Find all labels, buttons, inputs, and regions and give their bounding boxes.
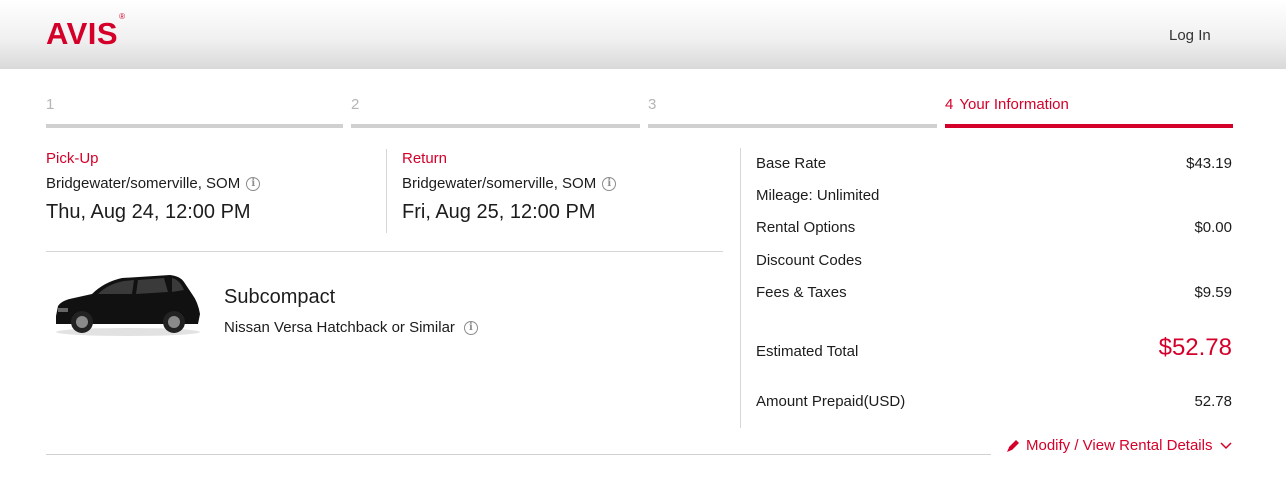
site-header: AVIS® Log In	[0, 0, 1286, 69]
step-2[interactable]: 2	[351, 96, 640, 128]
pickup-location: Bridgewater/somerville, SOM i	[46, 175, 261, 192]
step-progress-bar	[945, 124, 1233, 128]
step-1[interactable]: 1	[46, 96, 343, 128]
base-rate-value: $43.19	[1186, 155, 1232, 172]
fees-taxes-value: $9.59	[1194, 284, 1232, 301]
discount-codes-label: Discount Codes	[756, 252, 862, 269]
return-location: Bridgewater/somerville, SOM i	[402, 175, 617, 192]
step-4-your-information[interactable]: 4 Your Information	[945, 96, 1233, 128]
rental-options-label: Rental Options	[756, 219, 856, 236]
vehicle-model: Nissan Versa Hatchback or Similar i	[224, 319, 478, 336]
modify-link-label: Modify / View Rental Details	[1026, 437, 1213, 454]
mileage-label: Mileage: Unlimited	[756, 187, 880, 204]
info-icon[interactable]: i	[463, 320, 478, 335]
pencil-icon	[1007, 439, 1019, 452]
pickup-datetime: Thu, Aug 24, 12:00 PM	[46, 201, 251, 223]
car-image	[56, 275, 200, 336]
vehicle-class: Subcompact	[224, 286, 336, 308]
divider	[46, 251, 723, 252]
step-number: 4	[945, 96, 954, 113]
pickup-label: Pick-Up	[46, 150, 99, 167]
amount-prepaid-label: Amount Prepaid(USD)	[756, 393, 906, 410]
step-label: Your Information	[959, 96, 1069, 113]
step-number: 2	[351, 96, 360, 113]
step-number: 1	[46, 96, 55, 113]
divider	[386, 149, 387, 233]
divider	[46, 454, 991, 455]
return-label: Return	[402, 150, 448, 167]
login-link[interactable]: Log In	[1169, 27, 1211, 44]
info-icon[interactable]: i	[602, 176, 617, 191]
rental-options-value: $0.00	[1194, 219, 1232, 236]
info-icon[interactable]: i	[246, 176, 261, 191]
divider	[740, 148, 741, 428]
estimated-total-label: Estimated Total	[756, 343, 859, 360]
step-progress-bar	[351, 124, 640, 128]
amount-prepaid-value: 52.78	[1194, 393, 1232, 410]
fees-taxes-label: Fees & Taxes	[756, 284, 847, 301]
return-datetime: Fri, Aug 25, 12:00 PM	[402, 201, 596, 223]
step-progress-bar	[648, 124, 937, 128]
modify-rental-details-link[interactable]: Modify / View Rental Details	[1006, 437, 1238, 454]
step-3[interactable]: 3	[648, 96, 937, 128]
estimated-total-value: $52.78	[1158, 334, 1232, 361]
return-details: Return Bridgewater/somerville, SOM i Fri…	[402, 150, 617, 224]
pickup-details: Pick-Up Bridgewater/somerville, SOM i Th…	[46, 150, 261, 224]
chevron-down-icon	[1220, 441, 1232, 449]
step-progress-bar	[46, 124, 343, 128]
base-rate-label: Base Rate	[756, 155, 827, 172]
step-number: 3	[648, 96, 657, 113]
avis-logo[interactable]: AVIS®	[46, 12, 125, 52]
